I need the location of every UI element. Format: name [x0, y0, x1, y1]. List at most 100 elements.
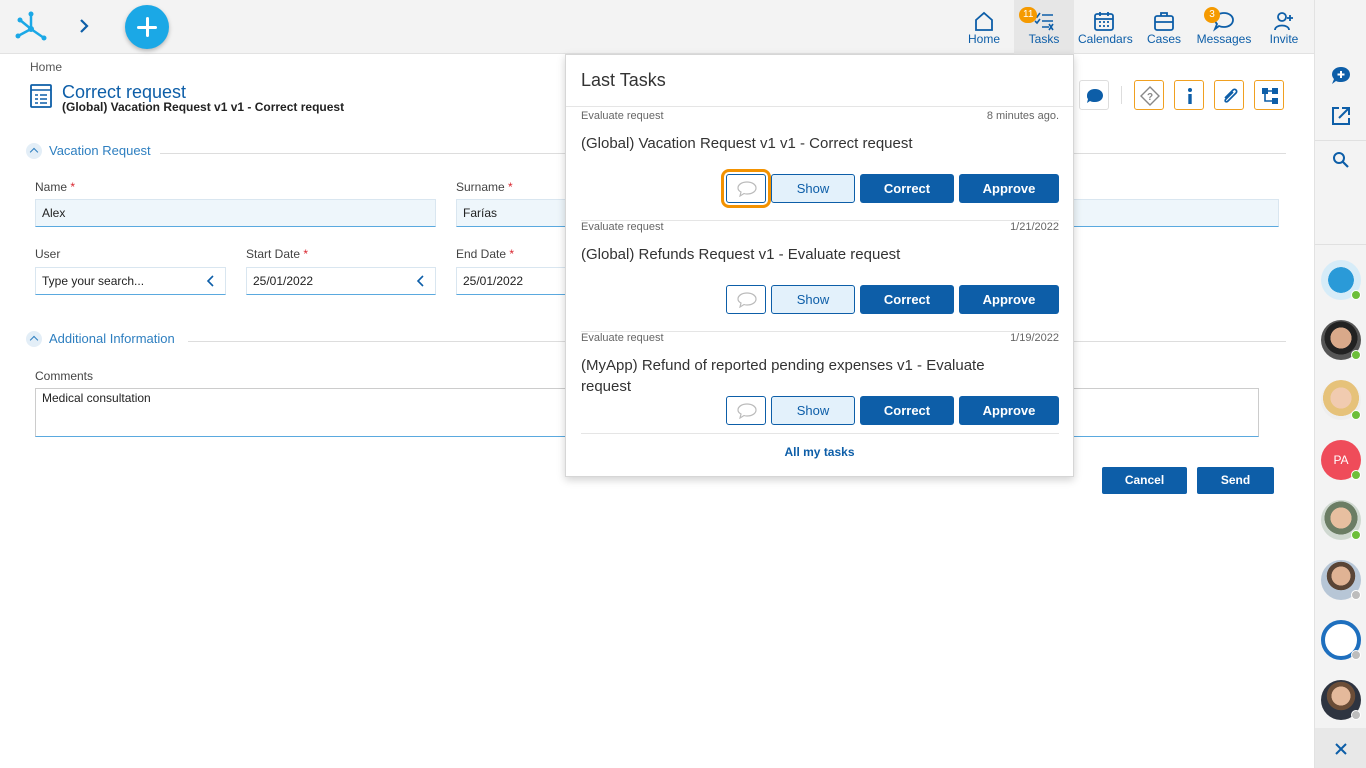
close-icon: [1335, 743, 1347, 755]
nav-tasks[interactable]: 11 Tasks: [1014, 0, 1074, 54]
messages-badge: 3: [1204, 7, 1220, 23]
toolbar-divider: [1121, 86, 1122, 104]
end-date-value: 25/01/2022: [463, 274, 524, 288]
info-button[interactable]: [1174, 80, 1204, 110]
chevron-left-icon[interactable]: [205, 275, 217, 287]
task-correct-button[interactable]: Correct: [860, 396, 954, 425]
send-button[interactable]: Send: [1197, 467, 1274, 494]
task-name: Evaluate request: [581, 221, 664, 233]
create-new-button[interactable]: [125, 5, 169, 49]
task-chat-button[interactable]: [726, 396, 766, 425]
cancel-button[interactable]: Cancel: [1102, 467, 1187, 494]
comments-label: Comments: [35, 369, 94, 383]
surname-label: Surname *: [456, 180, 513, 194]
start-date-input[interactable]: 25/01/2022: [246, 267, 436, 295]
right-rail: PA: [1314, 0, 1366, 768]
help-diamond-icon: ?: [1140, 86, 1160, 106]
briefcase-icon: [1154, 12, 1174, 31]
help-button[interactable]: ?: [1134, 80, 1164, 110]
task-item: Evaluate request 8 minutes ago. (Global)…: [581, 110, 1059, 221]
contact-online-status: [1351, 410, 1361, 420]
task-show-button[interactable]: Show: [771, 285, 855, 314]
task-date: 1/21/2022: [1010, 221, 1059, 233]
task-chat-button[interactable]: [726, 285, 766, 314]
task-correct-button[interactable]: Correct: [860, 174, 954, 203]
calendar-icon: [1094, 12, 1114, 31]
name-field[interactable]: Alex: [35, 199, 436, 227]
attachments-button[interactable]: [1214, 80, 1244, 110]
collapse-section-button[interactable]: [26, 143, 42, 159]
popup-title: Last Tasks: [581, 70, 666, 90]
task-approve-button[interactable]: Approve: [959, 285, 1059, 314]
contact-online-status: [1351, 350, 1361, 360]
task-show-button[interactable]: Show: [771, 396, 855, 425]
section-title-vacation: Vacation Request: [49, 143, 151, 158]
nav-home[interactable]: Home: [964, 0, 1004, 54]
task-chat-button[interactable]: [721, 169, 771, 208]
nav-invite[interactable]: Invite: [1264, 0, 1304, 54]
bot-online-status: [1351, 290, 1361, 300]
nav-messages-label: Messages: [1196, 32, 1252, 46]
process-map-button[interactable]: [1254, 80, 1284, 110]
nav-tasks-label: Tasks: [1028, 32, 1060, 46]
nav-calendars-label: Calendars: [1078, 32, 1133, 46]
process-map-icon: [1262, 88, 1278, 104]
start-date-label: Start Date *: [246, 247, 309, 261]
new-chat-icon[interactable]: [1329, 64, 1353, 88]
expand-menu-chevron-icon[interactable]: [72, 14, 96, 38]
start-date-value: 25/01/2022: [253, 274, 314, 288]
home-icon: [975, 11, 993, 31]
form-icon: [30, 84, 52, 108]
task-title[interactable]: (Global) Vacation Request v1 v1 - Correc…: [581, 133, 1001, 154]
task-correct-button[interactable]: Correct: [860, 285, 954, 314]
speech-bubble-icon: [737, 181, 757, 197]
nav-home-label: Home: [967, 32, 1000, 46]
nav-cases[interactable]: Cases: [1142, 0, 1186, 54]
task-title[interactable]: (Global) Refunds Request v1 - Evaluate r…: [581, 244, 1001, 265]
close-rail-button[interactable]: [1315, 728, 1366, 768]
app-logo-icon[interactable]: [12, 8, 50, 46]
task-title[interactable]: (MyApp) Refund of reported pending expen…: [581, 355, 1001, 397]
task-approve-button[interactable]: Approve: [959, 174, 1059, 203]
nav-cases-label: Cases: [1146, 32, 1181, 46]
nav-calendars[interactable]: Calendars: [1078, 0, 1133, 54]
task-approve-button[interactable]: Approve: [959, 396, 1059, 425]
end-date-label: End Date *: [456, 247, 515, 261]
task-item: Evaluate request 1/21/2022 (Global) Refu…: [581, 221, 1059, 332]
comments-button[interactable]: [1079, 80, 1109, 110]
contact-offline-status: [1351, 710, 1361, 720]
user-label: User: [35, 247, 61, 261]
all-my-tasks-link[interactable]: All my tasks: [566, 445, 1073, 459]
paperclip-icon: [1224, 88, 1238, 103]
chevron-left-icon[interactable]: [415, 275, 427, 287]
contact-offline-status: [1351, 650, 1361, 660]
svg-text:?: ?: [1147, 92, 1153, 103]
speech-bubble-icon: [737, 292, 757, 308]
page-subtitle: (Global) Vacation Request v1 v1 - Correc…: [62, 100, 345, 114]
task-name: Evaluate request: [581, 110, 664, 122]
search-icon[interactable]: [1329, 148, 1353, 172]
task-item: Evaluate request 1/19/2022 (MyApp) Refun…: [581, 332, 1059, 434]
add-user-icon: [1274, 12, 1293, 31]
tasks-badge: 11: [1019, 7, 1038, 23]
speech-bubble-icon: [737, 403, 757, 419]
nav-messages[interactable]: 3 Messages: [1196, 0, 1252, 54]
user-search-input[interactable]: Type your search...: [35, 267, 226, 295]
breadcrumb[interactable]: Home: [30, 60, 62, 74]
contact-online-status: [1351, 470, 1361, 480]
name-label: Name *: [35, 180, 76, 194]
contact-offline-status: [1351, 590, 1361, 600]
comment-icon: [1087, 89, 1103, 103]
task-date: 1/19/2022: [1010, 332, 1059, 344]
rail-divider: [1315, 244, 1366, 245]
contact-online-status: [1351, 530, 1361, 540]
open-external-icon[interactable]: [1329, 104, 1353, 128]
section-title-additional: Additional Information: [49, 331, 175, 346]
task-show-button[interactable]: Show: [771, 174, 855, 203]
user-search-placeholder: Type your search...: [42, 274, 145, 288]
collapse-section-button[interactable]: [26, 331, 42, 347]
info-icon: [1188, 88, 1192, 104]
popup-divider: [566, 106, 1073, 107]
last-tasks-popup: Last Tasks Evaluate request 8 minutes ag…: [565, 54, 1074, 477]
task-date: 8 minutes ago.: [986, 110, 1059, 122]
